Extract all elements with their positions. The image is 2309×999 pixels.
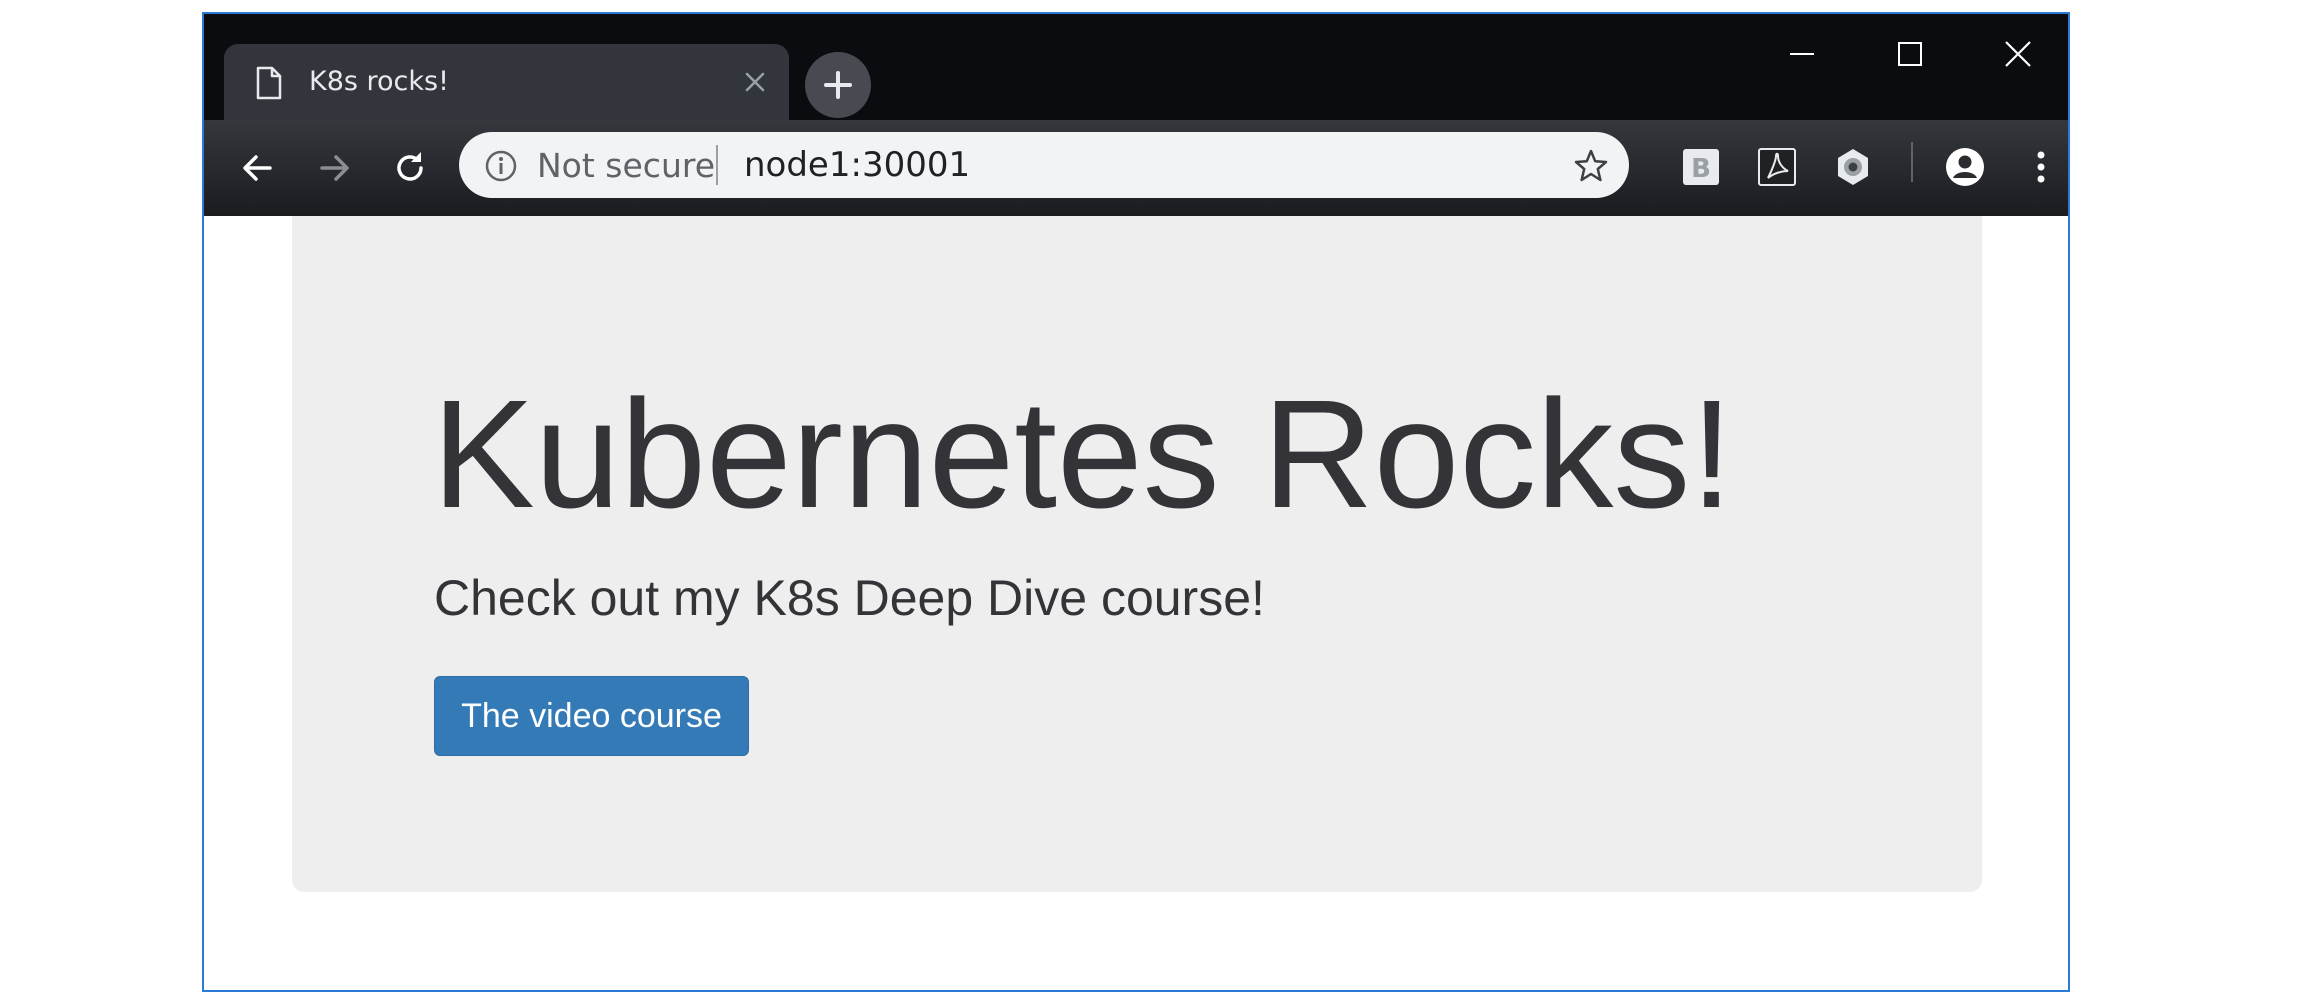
maximize-icon bbox=[1898, 42, 1922, 66]
acrobat-extension-icon[interactable] bbox=[1756, 146, 1798, 188]
info-icon[interactable] bbox=[484, 149, 518, 188]
page-content: Kubernetes Rocks! Check out my K8s Deep … bbox=[204, 216, 2068, 990]
address-bar[interactable]: Not secure node1:30001 bbox=[459, 132, 1629, 198]
forward-arrow-icon bbox=[320, 155, 349, 181]
browser-toolbar: Not secure node1:30001 B bbox=[204, 120, 2068, 216]
forward-button[interactable] bbox=[312, 146, 356, 190]
gear-extension-icon[interactable] bbox=[1832, 146, 1874, 188]
close-window-button[interactable] bbox=[1996, 32, 2040, 76]
tab-title: K8s rocks! bbox=[309, 66, 449, 97]
reload-button[interactable] bbox=[388, 146, 432, 190]
omnibox-divider bbox=[716, 145, 718, 185]
document-icon bbox=[256, 66, 282, 100]
lead-text: Check out my K8s Deep Dive course! bbox=[434, 570, 1265, 626]
bootstrap-extension-icon[interactable]: B bbox=[1680, 146, 1722, 188]
close-tab-icon[interactable] bbox=[741, 68, 769, 96]
url-field[interactable]: node1:30001 bbox=[744, 146, 1444, 184]
video-course-button[interactable]: The video course bbox=[434, 676, 749, 756]
maximize-button[interactable] bbox=[1888, 32, 1932, 76]
browser-tab[interactable]: K8s rocks! bbox=[224, 44, 789, 120]
close-icon bbox=[2005, 41, 2031, 67]
new-tab-button[interactable] bbox=[805, 52, 871, 118]
bookmark-star-icon[interactable] bbox=[1573, 148, 1609, 189]
plus-icon bbox=[824, 71, 852, 99]
title-bar: K8s rocks! bbox=[204, 14, 2068, 120]
back-arrow-icon bbox=[243, 155, 272, 181]
menu-kebab-icon[interactable] bbox=[2020, 146, 2062, 188]
minimize-button[interactable] bbox=[1780, 32, 1824, 76]
page-heading: Kubernetes Rocks! bbox=[432, 368, 1734, 540]
svg-text:B: B bbox=[1691, 154, 1711, 184]
profile-avatar-icon[interactable] bbox=[1944, 146, 1986, 188]
security-status[interactable]: Not secure bbox=[537, 147, 715, 185]
minimize-icon bbox=[1790, 53, 1814, 55]
back-button[interactable] bbox=[236, 146, 280, 190]
browser-window: K8s rocks! Not secure node1:30001 B Kube… bbox=[202, 12, 2070, 992]
toolbar-divider bbox=[1911, 142, 1913, 182]
jumbotron: Kubernetes Rocks! Check out my K8s Deep … bbox=[292, 216, 1982, 892]
reload-icon bbox=[397, 152, 423, 181]
